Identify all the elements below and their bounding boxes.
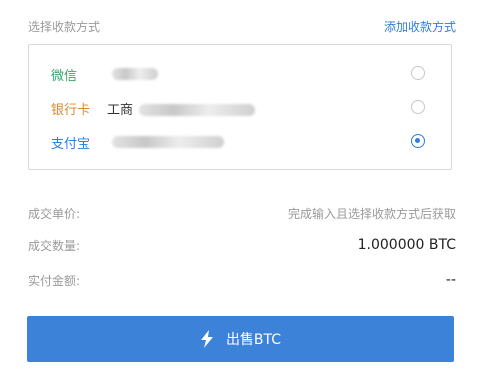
account-number xyxy=(107,67,158,82)
redacted-account xyxy=(112,136,224,148)
amount-label: 实付金额: xyxy=(28,273,81,288)
payment-method-name: 微信 xyxy=(51,68,78,84)
payment-method-list: 微信 银行卡 工商 支付宝 xyxy=(28,44,452,170)
radio-wechat[interactable] xyxy=(411,66,425,80)
redacted-account xyxy=(139,104,256,116)
amount-row: 实付金额: -- xyxy=(28,270,456,290)
unit-price-label: 成交单价: xyxy=(28,206,81,221)
account-number xyxy=(107,135,224,150)
quantity-row: 成交数量: 1.000000 BTC xyxy=(28,235,456,255)
payment-method-name: 支付宝 xyxy=(51,136,91,152)
payment-option-bank-card[interactable]: 银行卡 工商 xyxy=(29,91,451,125)
lightning-icon xyxy=(200,330,213,348)
add-payment-method-link[interactable]: 添加收款方式 xyxy=(384,18,456,35)
quantity-value: 1.000000 BTC xyxy=(357,237,456,253)
sell-btc-button[interactable]: 出售BTC xyxy=(27,316,454,362)
redacted-account xyxy=(112,68,158,80)
payment-option-wechat[interactable]: 微信 xyxy=(29,57,451,91)
radio-alipay[interactable] xyxy=(411,134,425,148)
account-number: 工商 xyxy=(107,99,256,118)
section-title: 选择收款方式 xyxy=(28,19,101,34)
bank-name-text: 工商 xyxy=(107,102,134,118)
payment-method-header: 选择收款方式 添加收款方式 xyxy=(28,16,456,36)
sell-btc-label: 出售BTC xyxy=(225,332,282,348)
quantity-label: 成交数量: xyxy=(28,238,81,253)
unit-price-row: 成交单价: 完成输入且选择收款方式后获取 xyxy=(28,203,456,223)
payment-method-name: 银行卡 xyxy=(51,102,91,118)
radio-bank-card[interactable] xyxy=(411,100,425,114)
payment-option-alipay[interactable]: 支付宝 xyxy=(29,125,451,159)
unit-price-value: 完成输入且选择收款方式后获取 xyxy=(287,206,456,221)
amount-value: -- xyxy=(445,272,456,288)
